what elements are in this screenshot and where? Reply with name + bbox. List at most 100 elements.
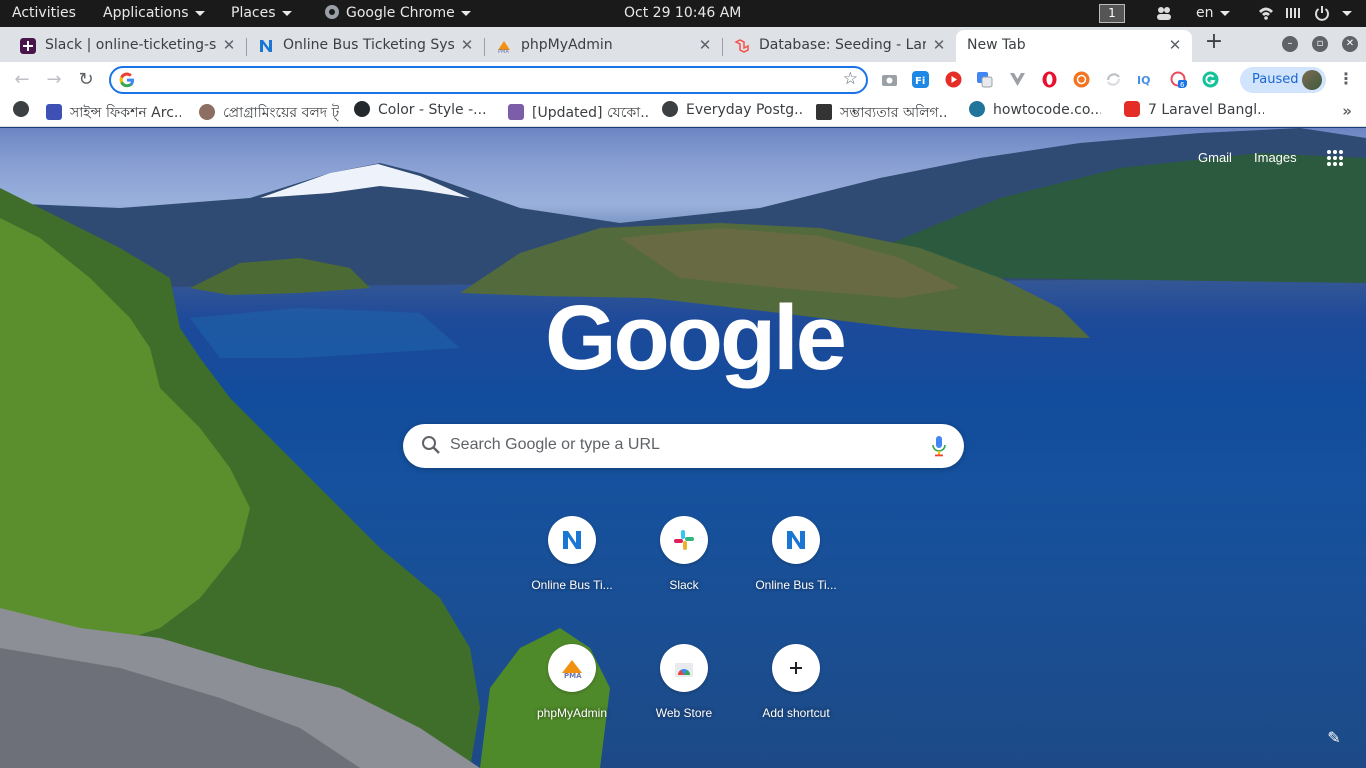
profile-paused-button[interactable]: Paused bbox=[1240, 67, 1326, 93]
bookmark-item[interactable]: [Updated] যেকো... bbox=[508, 101, 648, 123]
address-input[interactable] bbox=[143, 70, 833, 90]
shortcut-icon-circle bbox=[772, 644, 820, 692]
workspace-indicator[interactable]: 1 bbox=[1099, 4, 1125, 23]
tab-strip: Slack | online-ticketing-sy ✕ Online Bus… bbox=[0, 27, 1366, 62]
bookmark-item[interactable]: সাইন্স ফিকশন Arc... bbox=[46, 101, 181, 123]
shortcut-phpmyadmin[interactable]: PMA phpMyAdmin bbox=[516, 626, 628, 738]
people-icon[interactable] bbox=[1155, 5, 1173, 21]
refresh-ext-icon[interactable] bbox=[1105, 71, 1122, 88]
tab-new-tab[interactable]: New Tab ✕ bbox=[956, 30, 1192, 62]
close-icon[interactable]: ✕ bbox=[220, 36, 238, 54]
grammarly-icon[interactable] bbox=[1202, 71, 1219, 88]
bookmark-label: 7 Laravel Bangl... bbox=[1148, 102, 1264, 118]
github-icon bbox=[354, 101, 370, 117]
images-link[interactable]: Images bbox=[1254, 150, 1297, 165]
shortcut-icon-circle bbox=[772, 516, 820, 564]
bookmark-item[interactable] bbox=[13, 101, 37, 123]
shortcut-title: Online Bus Ti... bbox=[531, 578, 613, 592]
bookmark-label: howtocode.co... bbox=[993, 102, 1101, 118]
tab-label: Database: Seeding - Lara bbox=[759, 37, 926, 53]
close-icon[interactable]: ✕ bbox=[930, 36, 948, 54]
places-menu[interactable]: Places bbox=[231, 0, 292, 27]
chevron-down-icon bbox=[460, 10, 471, 16]
iq-icon[interactable]: IQ bbox=[1137, 71, 1154, 88]
shortcut-online-bus-2[interactable]: Online Bus Ti... bbox=[740, 498, 852, 610]
shortcut-title: Online Bus Ti... bbox=[755, 578, 837, 592]
wifi-icon[interactable] bbox=[1258, 5, 1274, 21]
vue-icon[interactable] bbox=[1009, 71, 1026, 88]
youtube-icon bbox=[1124, 101, 1140, 117]
applications-label: Applications bbox=[103, 5, 189, 21]
star-icon[interactable]: ☆ bbox=[843, 69, 858, 89]
system-menu-chevron-icon[interactable] bbox=[1342, 11, 1352, 16]
bookmark-item[interactable]: প্রোগ্রামিংয়ের বলদ ট্... bbox=[199, 101, 339, 123]
globe-icon bbox=[13, 101, 29, 117]
bookmark-item[interactable]: Everyday Postg... bbox=[662, 101, 802, 123]
tab-laravel-seeding[interactable]: Database: Seeding - Lara ✕ bbox=[722, 30, 956, 62]
new-tab-button[interactable]: + bbox=[1202, 31, 1226, 55]
camera-icon[interactable] bbox=[881, 71, 898, 88]
search-placeholder: Search Google or type a URL bbox=[450, 436, 660, 453]
reload-icon[interactable]: ↻ bbox=[74, 68, 98, 92]
svg-text:IQ: IQ bbox=[1137, 74, 1150, 87]
power-icon[interactable] bbox=[1314, 5, 1330, 21]
microphone-icon[interactable] bbox=[932, 435, 946, 457]
close-icon[interactable]: ✕ bbox=[1166, 36, 1184, 54]
globe-icon bbox=[662, 101, 678, 117]
bookmark-label: Color - Style -... bbox=[378, 102, 486, 118]
badge-ext-icon[interactable]: 6 bbox=[1170, 71, 1187, 88]
youtube-icon[interactable] bbox=[945, 71, 962, 88]
close-icon[interactable]: ✕ bbox=[696, 36, 714, 54]
language-menu[interactable]: en bbox=[1196, 0, 1230, 27]
tab-label: New Tab bbox=[967, 37, 1026, 53]
profile-status-label: Paused bbox=[1252, 72, 1299, 87]
bookmark-item[interactable]: howtocode.co... bbox=[969, 101, 1101, 123]
applications-menu[interactable]: Applications bbox=[103, 0, 205, 27]
clock[interactable]: Oct 29 10:46 AM bbox=[624, 0, 741, 27]
bookmark-label: সাইন্স ফিকশন Arc... bbox=[70, 105, 181, 121]
search-icon bbox=[422, 436, 440, 454]
shortcut-icon-circle: PMA bbox=[548, 644, 596, 692]
fi-icon[interactable]: Fi bbox=[912, 71, 929, 88]
pencil-icon[interactable]: ✎ bbox=[1324, 728, 1344, 748]
bookmark-item[interactable]: 7 Laravel Bangl... bbox=[1124, 101, 1264, 123]
kebab-menu-icon[interactable]: ⋮ bbox=[1338, 69, 1354, 89]
tab-label: Slack | online-ticketing-sy bbox=[45, 37, 216, 53]
close-window-icon[interactable]: ✕ bbox=[1342, 36, 1358, 52]
volume-icon[interactable] bbox=[1285, 5, 1301, 21]
tab-slack[interactable]: Slack | online-ticketing-sy ✕ bbox=[8, 30, 247, 62]
tab-online-bus[interactable]: Online Bus Ticketing Syste ✕ bbox=[246, 30, 485, 62]
laravel-icon bbox=[734, 39, 749, 53]
shortcut-slack[interactable]: Slack bbox=[628, 498, 740, 610]
chevron-right-icon[interactable]: » bbox=[1342, 102, 1352, 120]
pma-icon: PMA bbox=[562, 660, 582, 680]
translate-icon[interactable] bbox=[976, 71, 993, 88]
bookmark-item[interactable]: Color - Style -... bbox=[354, 101, 486, 123]
back-arrow-icon[interactable]: ← bbox=[10, 68, 34, 92]
shortcut-web-store[interactable]: Web Store bbox=[628, 626, 740, 738]
maximize-icon[interactable]: ▫ bbox=[1312, 36, 1328, 52]
slack-icon bbox=[20, 38, 36, 54]
close-icon[interactable]: ✕ bbox=[458, 36, 476, 54]
tab-label: phpMyAdmin bbox=[521, 37, 613, 53]
ubuntu-icon[interactable] bbox=[1073, 71, 1090, 88]
apps-grid-icon[interactable] bbox=[1327, 150, 1343, 166]
slack-icon bbox=[674, 530, 694, 550]
avatar bbox=[1302, 70, 1322, 90]
svg-text:PMA: PMA bbox=[564, 672, 582, 680]
search-box[interactable]: Search Google or type a URL bbox=[403, 424, 964, 468]
extension-badge-count: 6 bbox=[1180, 81, 1185, 88]
forward-arrow-icon[interactable]: → bbox=[42, 68, 66, 92]
wordpress-icon bbox=[969, 101, 985, 117]
add-shortcut-button[interactable]: Add shortcut bbox=[740, 626, 852, 738]
opera-icon[interactable] bbox=[1041, 71, 1058, 88]
shortcut-title: phpMyAdmin bbox=[536, 706, 608, 720]
activities-button[interactable]: Activities bbox=[12, 0, 76, 27]
shortcut-online-bus[interactable]: Online Bus Ti... bbox=[516, 498, 628, 610]
app-menu[interactable]: Google Chrome bbox=[324, 0, 471, 27]
minimize-icon[interactable]: – bbox=[1282, 36, 1298, 52]
tab-phpmyadmin[interactable]: PMA phpMyAdmin ✕ bbox=[484, 30, 723, 62]
gmail-link[interactable]: Gmail bbox=[1198, 150, 1232, 165]
address-bar[interactable]: ☆ bbox=[109, 66, 868, 94]
bookmark-item[interactable]: সম্ভাব্যতার অলিগ... bbox=[816, 101, 946, 123]
